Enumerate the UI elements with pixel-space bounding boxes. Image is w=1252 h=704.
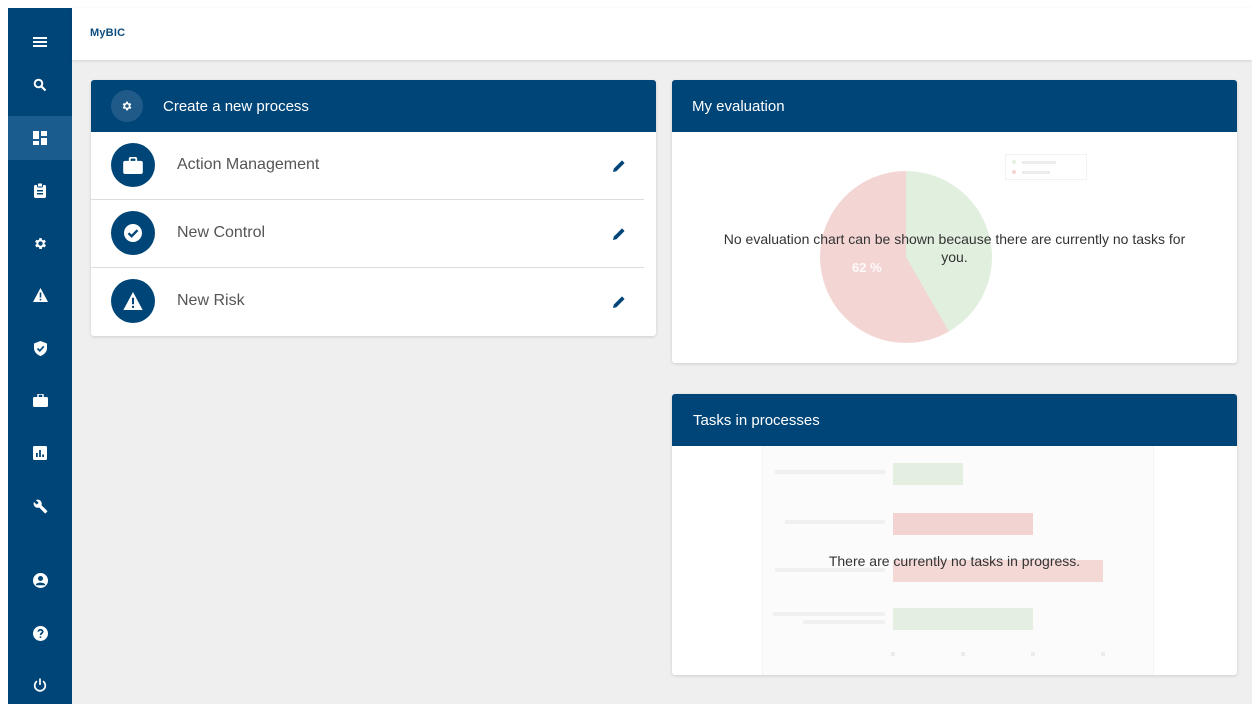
sidebar-item-search[interactable]: [8, 63, 72, 107]
placeholder-tick: [891, 652, 895, 656]
tasks-body: There are currently no tasks in progress…: [672, 446, 1237, 675]
edit-button[interactable]: [609, 156, 629, 176]
legend-item: [1012, 170, 1050, 174]
legend-item: [1012, 160, 1056, 164]
evaluation-card: My evaluation 62 % No evaluation chart c…: [672, 80, 1237, 363]
placeholder-label: [775, 470, 885, 474]
process-item-label: New Risk: [177, 292, 245, 309]
process-item-label: New Control: [177, 224, 266, 241]
sidebar-item-controls[interactable]: [8, 326, 72, 370]
pencil-icon: [613, 228, 625, 240]
menu-button[interactable]: [8, 20, 72, 64]
wrench-icon: [33, 499, 47, 513]
evaluation-header: My evaluation: [672, 80, 1237, 132]
main-content: Create a new process Action Management N…: [72, 60, 1252, 704]
sidebar-item-actions[interactable]: [8, 378, 72, 422]
sidebar-item-tools[interactable]: [8, 484, 72, 528]
sidebar-item-dashboard[interactable]: [8, 116, 72, 160]
pencil-icon: [613, 296, 625, 308]
gear-icon: [111, 90, 143, 122]
briefcase-icon: [111, 143, 155, 187]
warning-icon: [111, 279, 155, 323]
sidebar-item-tasks[interactable]: [8, 168, 72, 212]
sidebar-item-help[interactable]: [8, 611, 72, 655]
tasks-empty-message: There are currently no tasks in progress…: [828, 553, 1081, 569]
sidebar-item-reports[interactable]: [8, 431, 72, 475]
process-item-action-management[interactable]: Action Management: [91, 132, 656, 200]
clipboard-icon: [34, 182, 46, 198]
placeholder-bar: [893, 608, 1033, 630]
evaluation-empty-message: No evaluation chart can be shown because…: [723, 231, 1186, 265]
placeholder-tick: [961, 652, 965, 656]
chart-icon: [33, 446, 47, 460]
process-item-new-risk[interactable]: New Risk: [91, 268, 656, 336]
process-item-new-control[interactable]: New Control: [91, 200, 656, 268]
placeholder-bar: [893, 513, 1033, 535]
placeholder-bar: [893, 463, 963, 485]
pencil-icon: [613, 160, 625, 172]
sidebar-item-risks[interactable]: [8, 273, 72, 317]
placeholder-tick: [1101, 652, 1105, 656]
sidebar: [8, 8, 72, 704]
edit-button[interactable]: [609, 224, 629, 244]
evaluation-body: 62 % No evaluation chart can be shown be…: [672, 132, 1237, 363]
edit-button[interactable]: [609, 292, 629, 312]
help-icon: [32, 625, 48, 641]
sidebar-item-logout[interactable]: [8, 663, 72, 704]
account-icon: [32, 572, 48, 588]
placeholder-label: [803, 620, 885, 624]
sidebar-item-account[interactable]: [8, 558, 72, 602]
placeholder-tick: [1031, 652, 1035, 656]
create-process-card: Create a new process Action Management N…: [91, 80, 656, 336]
search-icon: [33, 78, 47, 92]
evaluation-title: My evaluation: [692, 97, 785, 115]
placeholder-label: [785, 520, 885, 524]
top-bar: MyBIC: [72, 8, 1252, 60]
create-process-title: Create a new process: [163, 97, 309, 115]
tasks-card: Tasks in processes There are currently n…: [672, 394, 1237, 675]
placeholder-label: [773, 612, 885, 616]
tasks-header: Tasks in processes: [672, 394, 1237, 446]
dashboard-icon: [33, 131, 47, 145]
chart-legend: [1005, 154, 1087, 180]
check-circle-icon: [111, 211, 155, 255]
briefcase-icon: [32, 393, 48, 407]
create-process-header: Create a new process: [91, 80, 656, 132]
shield-icon: [33, 340, 47, 356]
power-icon: [33, 678, 47, 692]
tasks-title: Tasks in processes: [693, 411, 820, 429]
process-item-label: Action Management: [177, 156, 320, 173]
warning-icon: [32, 288, 48, 302]
app-title[interactable]: MyBIC: [90, 27, 125, 39]
sidebar-item-processes[interactable]: [8, 221, 72, 265]
gear-icon: [34, 237, 46, 249]
menu-icon: [33, 37, 47, 47]
